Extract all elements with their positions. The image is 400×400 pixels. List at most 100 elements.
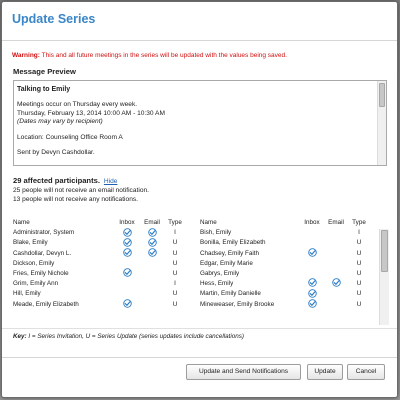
- participant-name: Fries, Emily Nichole: [13, 269, 69, 277]
- update-button[interactable]: Update: [307, 364, 343, 380]
- table-header: Name Inbox Email Type: [13, 218, 198, 228]
- inbox-cell: [117, 248, 137, 259]
- table-row: Dickson, Emily U: [13, 259, 198, 269]
- inbox-cell: [302, 248, 322, 259]
- participant-type: U: [172, 290, 178, 298]
- inbox-check-icon: [307, 299, 317, 308]
- participants-column-right: Name Inbox Email Type Bish, Emily I Bonill…: [200, 218, 378, 310]
- participant-name: Administrator, System: [13, 229, 75, 237]
- email-check-icon: [147, 227, 157, 237]
- participant-type: I: [358, 229, 360, 237]
- table-row: Bonilla, Emily Elizabeth U: [200, 238, 378, 248]
- table-row: Cashdollar, Devyn L. U: [13, 248, 198, 259]
- type-key: Key: I = Series Invitation, U = Series U…: [13, 333, 244, 340]
- update-series-dialog: Update Series Warning: This and all futu…: [1, 1, 398, 398]
- participant-name: Bish, Emily: [200, 229, 232, 237]
- column-header-email: Email: [328, 219, 344, 226]
- email-check-icon: [331, 278, 341, 288]
- participant-type: U: [356, 290, 362, 298]
- preview-datetime: Thursday, February 13, 2014 10:00 AM - 1…: [17, 109, 165, 117]
- no-notification-count: 13 people will not receive any notificat…: [13, 196, 138, 203]
- key-text: I = Series Invitation, U = Series Update…: [28, 333, 245, 340]
- participant-type: U: [356, 239, 362, 247]
- participants-column-left: Name Inbox Email Type Administrator, Sys…: [13, 218, 198, 310]
- message-preview-box[interactable]: Talking to Emily Meetings occur on Thurs…: [13, 80, 387, 166]
- participant-type: U: [356, 249, 362, 257]
- inbox-check-icon: [307, 288, 317, 298]
- table-header: Name Inbox Email Type: [200, 218, 378, 228]
- participant-type: U: [172, 259, 178, 267]
- participant-type: U: [356, 269, 362, 277]
- participant-name: Dickson, Emily: [13, 259, 55, 267]
- participants-scrollbar-thumb[interactable]: [381, 230, 388, 272]
- cancel-button[interactable]: Cancel: [347, 364, 385, 380]
- participant-type: U: [356, 280, 362, 288]
- table-row: Mineweaser, Emily Brooke U: [200, 299, 378, 310]
- table-row: Grim, Emily Ann I: [13, 279, 198, 289]
- table-row: Meade, Emily Elizabeth U: [13, 299, 198, 310]
- preview-scrollbar-thumb[interactable]: [379, 83, 385, 107]
- dialog-title-bar: Update Series: [2, 2, 397, 41]
- update-and-send-notifications-button[interactable]: Update and Send Notifications: [186, 364, 301, 380]
- inbox-check-icon: [307, 248, 317, 257]
- participant-type: U: [172, 269, 178, 277]
- table-row: Hess, Emily U: [200, 278, 378, 289]
- warning-message: Warning: This and all future meetings in…: [12, 52, 397, 59]
- warning-prefix: Warning:: [12, 52, 40, 59]
- email-cell: [326, 278, 346, 289]
- table-row: Hill, Emily U: [13, 289, 198, 299]
- key-label: Key:: [13, 333, 27, 340]
- inbox-check-icon: [122, 268, 132, 277]
- message-preview-label: Message Preview: [13, 67, 76, 76]
- column-header-name: Name: [13, 219, 30, 226]
- participant-name: Chadsey, Emily Faith: [200, 249, 260, 257]
- inbox-cell: [302, 299, 322, 310]
- participant-type: I: [174, 229, 176, 237]
- inbox-cell: [117, 299, 137, 310]
- table-row: Edgar, Emily Marie U: [200, 259, 378, 269]
- participant-name: Mineweaser, Emily Brooke: [200, 300, 275, 308]
- affected-count: 29 affected participants.: [13, 176, 100, 185]
- inbox-check-icon: [122, 227, 132, 237]
- preview-dates-note: (Dates may vary by recipient): [17, 118, 103, 126]
- affected-summary: 29 affected participants. Hide 25 people…: [13, 176, 397, 204]
- dialog-title: Update Series: [12, 12, 96, 26]
- table-row: Blake, Emily U: [13, 237, 198, 248]
- preview-location: Location: Counseling Office Room A: [17, 133, 123, 141]
- participant-name: Grim, Emily Ann: [13, 280, 59, 288]
- footer-divider: [2, 357, 397, 358]
- inbox-check-icon: [122, 248, 132, 257]
- participant-type: U: [172, 239, 178, 247]
- table-row: Administrator, System I: [13, 227, 198, 238]
- participant-name: Hill, Emily: [13, 290, 41, 298]
- participant-name: Edgar, Emily Marie: [200, 259, 253, 267]
- participant-name: Blake, Emily: [13, 239, 48, 247]
- participant-type: U: [172, 300, 178, 308]
- participant-type: I: [174, 280, 176, 288]
- table-row: Chadsey, Emily Faith U: [200, 248, 378, 259]
- participant-name: Hess, Emily: [200, 280, 234, 288]
- preview-recurrence: Meetings occur on Thursday every week.: [17, 101, 138, 109]
- no-email-count: 25 people will not receive an email noti…: [13, 187, 149, 194]
- participant-type: U: [356, 300, 362, 308]
- participants-scrollbar[interactable]: [379, 229, 389, 325]
- column-header-type: Type: [352, 219, 366, 226]
- table-row: Gabrys, Emily U: [200, 269, 378, 279]
- participant-name: Meade, Emily Elizabeth: [13, 300, 79, 308]
- hide-participants-link[interactable]: Hide: [104, 178, 118, 185]
- preview-scrollbar[interactable]: [377, 81, 386, 165]
- participant-name: Bonilla, Emily Elizabeth: [200, 239, 266, 247]
- inbox-check-icon: [122, 237, 132, 247]
- participant-name: Martin, Emily Danielle: [200, 290, 261, 298]
- preview-subject: Talking to Emily: [17, 86, 71, 93]
- email-cell: [142, 248, 162, 259]
- email-check-icon: [147, 248, 157, 257]
- table-row: Martin, Emily Danielle U: [200, 288, 378, 299]
- inbox-check-icon: [307, 278, 317, 288]
- participant-name: Cashdollar, Devyn L.: [13, 249, 72, 257]
- inbox-cell: [117, 268, 137, 279]
- participant-type: U: [356, 259, 362, 267]
- email-check-icon: [147, 237, 157, 247]
- preview-sender: Sent by Devyn Cashdollar.: [17, 149, 95, 157]
- divider: [2, 328, 397, 329]
